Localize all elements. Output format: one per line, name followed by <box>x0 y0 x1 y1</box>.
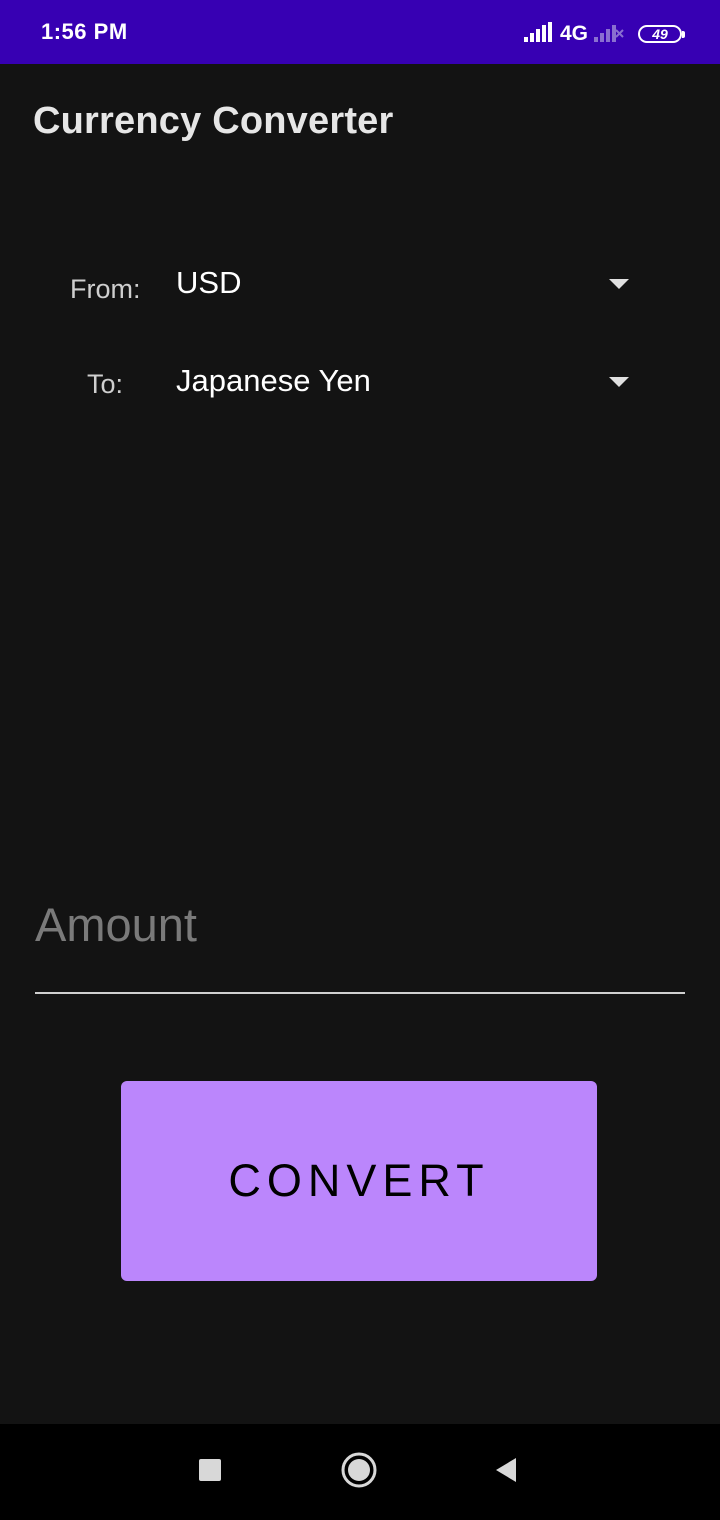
to-row: To: Japanese Yen <box>0 355 720 415</box>
convert-button[interactable]: CONVERT <box>121 1081 597 1281</box>
signal-no-sim-icon <box>594 22 624 47</box>
battery-icon: 49 <box>638 25 685 43</box>
app-title: Currency Converter <box>33 100 394 142</box>
status-bar: 1:56 PM 4G 49 <box>0 0 720 64</box>
recents-square-icon <box>198 1458 222 1487</box>
from-row: From: USD <box>0 257 720 317</box>
dropdown-arrow-icon <box>609 279 629 289</box>
back-triangle-icon <box>494 1457 518 1488</box>
from-label: From: <box>70 274 141 304</box>
from-currency-spinner[interactable]: USD <box>176 257 636 317</box>
network-type-label: 4G <box>559 22 588 45</box>
status-indicators: 4G 49 <box>523 19 685 49</box>
to-currency-value: Japanese Yen <box>176 363 371 398</box>
status-time: 1:56 PM <box>41 19 128 44</box>
home-button[interactable] <box>339 1452 379 1492</box>
battery-level: 49 <box>652 26 668 42</box>
amount-input[interactable] <box>35 870 685 994</box>
screen: 1:56 PM 4G 49 Currency Converter From: U… <box>0 0 720 1520</box>
from-currency-value: USD <box>176 265 242 300</box>
recents-button[interactable] <box>190 1452 230 1492</box>
signal-strength-icon <box>523 21 552 47</box>
battery-cap <box>682 31 685 38</box>
to-label: To: <box>87 369 124 399</box>
amount-field <box>35 870 685 996</box>
home-circle-icon <box>341 1452 377 1493</box>
to-currency-spinner[interactable]: Japanese Yen <box>176 355 636 415</box>
dropdown-arrow-icon <box>609 377 629 387</box>
back-button[interactable] <box>486 1452 526 1492</box>
navigation-bar <box>0 1424 720 1520</box>
